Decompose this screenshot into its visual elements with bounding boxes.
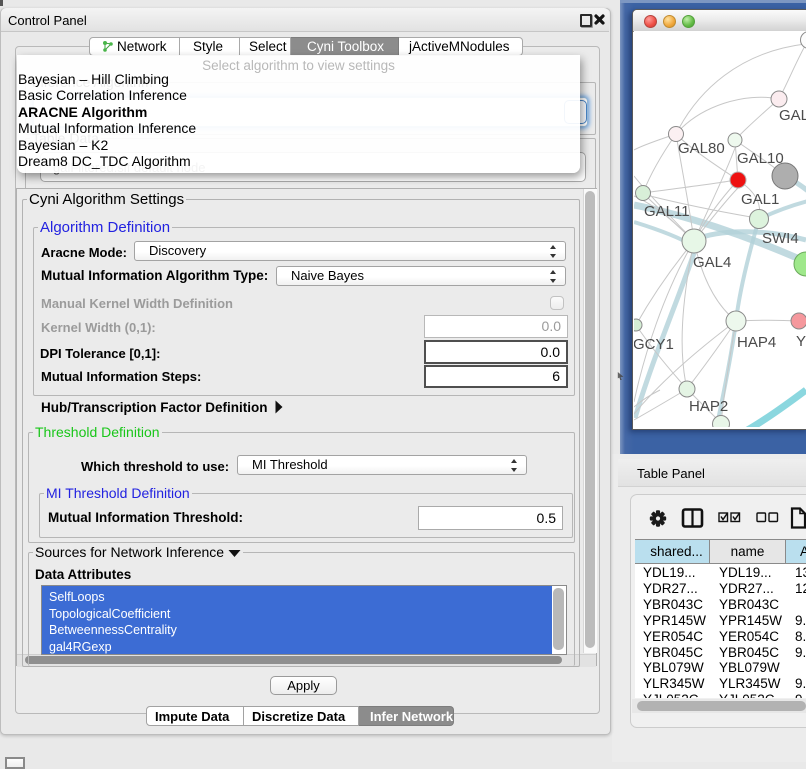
svg-text:GAL7: GAL7 [779, 107, 806, 124]
svg-text:GCY1: GCY1 [634, 336, 674, 353]
svg-text:HAP4: HAP4 [737, 334, 776, 351]
svg-text:GAL4: GAL4 [693, 254, 731, 271]
svg-text:HAP2: HAP2 [689, 398, 728, 415]
svg-text:YM: YM [796, 333, 806, 350]
svg-text:GAL11: GAL11 [644, 203, 690, 220]
svg-text:GAL1: GAL1 [741, 191, 779, 208]
svg-text:GAL10: GAL10 [737, 150, 784, 167]
svg-text:GAL80: GAL80 [678, 140, 725, 157]
svg-text:SWI4: SWI4 [762, 230, 799, 247]
